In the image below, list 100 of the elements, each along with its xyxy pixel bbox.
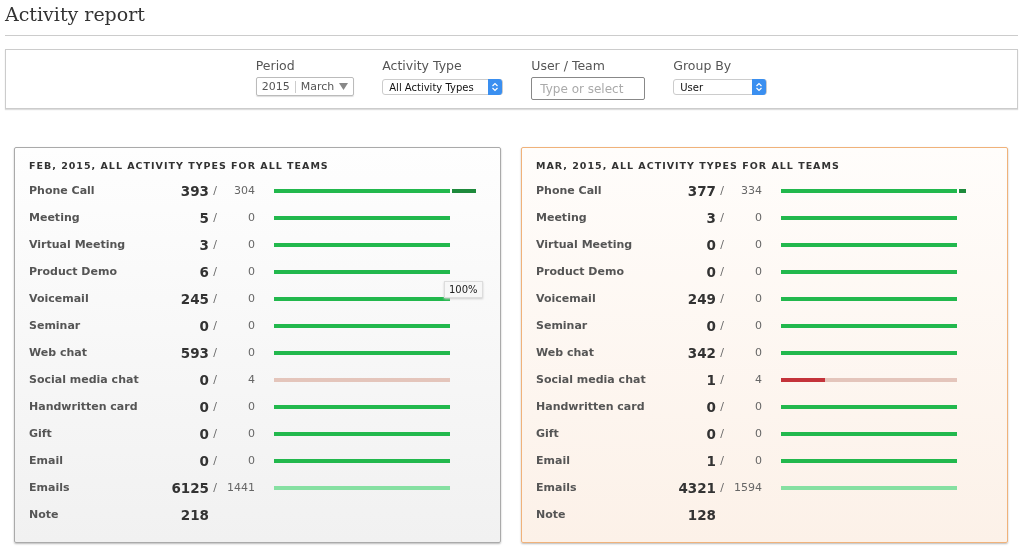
target-count: 0	[754, 238, 762, 251]
target-count: 0	[247, 211, 255, 224]
activity-label: Emails	[29, 481, 71, 494]
target-count: 0	[247, 346, 255, 359]
target-count: 4	[247, 373, 255, 386]
slash-text: /	[719, 346, 725, 359]
target-count: 304	[233, 184, 255, 197]
activity-label: Gift	[536, 427, 560, 440]
target-count: 0	[247, 319, 255, 332]
slash-text: /	[719, 211, 725, 224]
activity-label: Email	[29, 454, 64, 467]
activity-label: Web chat	[536, 346, 595, 359]
activity-label: Product Demo	[536, 265, 625, 278]
actual-count: 0	[705, 425, 716, 442]
actual-count: 0	[198, 398, 209, 415]
stepper-icon	[752, 79, 767, 95]
actual-count: 0	[705, 263, 716, 280]
activity-label: Phone Call	[29, 184, 96, 197]
user-team-field[interactable]: Type or select	[531, 77, 646, 100]
percent-tooltip: 100%	[444, 281, 483, 298]
target-count: 0	[247, 265, 255, 278]
actual-count: 0	[705, 236, 716, 253]
period-dropdown[interactable]: 2015 March	[255, 77, 355, 96]
slash-text: /	[212, 292, 218, 305]
target-count: 0	[754, 319, 762, 332]
actual-count: 0	[705, 398, 716, 415]
activity-label: Virtual Meeting	[536, 238, 634, 251]
activity-label: Social media chat	[29, 373, 140, 386]
activity-label: Web chat	[29, 346, 88, 359]
target-count: 0	[754, 292, 762, 305]
slash-text: /	[212, 265, 218, 278]
target-count: 0	[247, 292, 255, 305]
slash-text: /	[719, 400, 725, 413]
slash-text: /	[719, 319, 725, 332]
target-count: 334	[740, 184, 762, 197]
actual-count: 128	[686, 506, 716, 523]
activity-label: Voicemail	[29, 292, 90, 305]
activity-label: Voicemail	[536, 292, 597, 305]
actual-count: 5	[198, 209, 209, 226]
activity-label: Virtual Meeting	[29, 238, 127, 251]
activity-label: Email	[536, 454, 571, 467]
slash-text: /	[719, 373, 725, 386]
slash-text: /	[212, 184, 218, 197]
target-count: 0	[754, 265, 762, 278]
actual-count: 0	[198, 452, 209, 469]
target-count: 0	[754, 400, 762, 413]
field-label: Group By	[673, 58, 733, 73]
activity-label: Meeting	[536, 211, 588, 224]
activity-label: Product Demo	[29, 265, 118, 278]
slash-text: /	[212, 427, 218, 440]
card-title: FEB, 2015, ALL ACTIVITY TYPES FOR ALL TEAMS	[29, 160, 330, 171]
slash-text: /	[212, 319, 218, 332]
slash-text: /	[719, 481, 725, 494]
target-count: 4	[754, 373, 762, 386]
activity-label: Note	[536, 508, 567, 521]
target-count: 0	[247, 400, 255, 413]
actual-count: 0	[198, 317, 209, 334]
actual-count: 393	[179, 182, 209, 199]
caret-icon	[339, 83, 349, 90]
activity-type-select[interactable]: All Activity Types	[382, 79, 504, 95]
slash-text: /	[719, 238, 725, 251]
activity-label: Seminar	[29, 319, 82, 332]
activity-label: Note	[29, 508, 60, 521]
slash-text: /	[212, 238, 218, 251]
activity-label: Seminar	[536, 319, 589, 332]
slash-text: /	[212, 346, 218, 359]
actual-count: 0	[198, 371, 209, 388]
page-title: Activity report	[4, 2, 146, 27]
slash-text: /	[212, 400, 218, 413]
actual-count: 6125	[170, 479, 209, 496]
activity-label: Gift	[29, 427, 53, 440]
slash-text: /	[212, 481, 218, 494]
actual-count: 3	[705, 209, 716, 226]
slash-text: /	[719, 292, 725, 305]
actual-count: 4321	[677, 479, 716, 496]
field-label: User / Team	[531, 58, 606, 73]
slash-text: /	[212, 373, 218, 386]
slash-text: /	[719, 265, 725, 278]
activity-label: Handwritten card	[29, 400, 139, 413]
activity-label: Social media chat	[536, 373, 647, 386]
actual-count: 3	[198, 236, 209, 253]
card-title: MAR, 2015, ALL ACTIVITY TYPES FOR ALL TEAMS	[536, 160, 841, 171]
target-count: 0	[754, 211, 762, 224]
slash-text: /	[719, 427, 725, 440]
activity-label: Emails	[536, 481, 578, 494]
stepper-icon	[488, 79, 503, 95]
actual-count: 0	[198, 425, 209, 442]
actual-count: 377	[686, 182, 716, 199]
target-count: 1441	[226, 481, 255, 494]
year-text: 2015	[261, 80, 290, 93]
group-by-select[interactable]: User	[673, 79, 768, 95]
slash-text: /	[719, 184, 725, 197]
actual-count: 1	[705, 452, 716, 469]
actual-count: 245	[179, 290, 209, 307]
target-count: 1594	[733, 481, 762, 494]
target-count: 0	[754, 427, 762, 440]
activity-label: Handwritten card	[536, 400, 646, 413]
actual-count: 593	[179, 344, 209, 361]
target-count: 0	[247, 238, 255, 251]
activity-label: Phone Call	[536, 184, 603, 197]
